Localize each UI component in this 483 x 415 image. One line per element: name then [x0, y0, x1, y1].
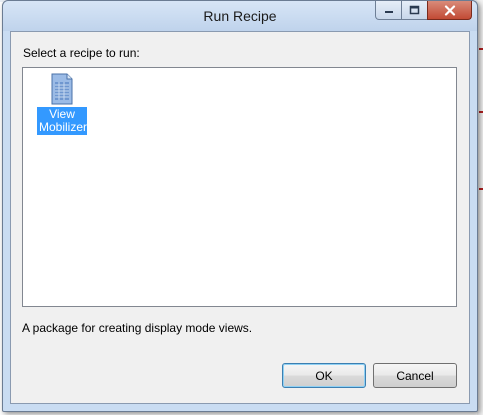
document-icon [51, 73, 73, 105]
recipe-description: A package for creating display mode view… [22, 321, 253, 335]
background-mark [479, 48, 483, 50]
minimize-button[interactable] [375, 1, 402, 20]
background-mark [479, 111, 483, 113]
cancel-button[interactable]: Cancel [373, 363, 457, 388]
close-icon [444, 4, 455, 16]
title-bar[interactable]: Run Recipe [3, 1, 477, 31]
close-button[interactable] [427, 1, 472, 20]
minimize-icon [384, 11, 393, 13]
ok-button[interactable]: OK [282, 363, 366, 388]
dialog-body: Select a recipe to run: View Mobilizer A… [10, 31, 470, 404]
recipe-item-view-mobilizer[interactable]: View Mobilizer [35, 73, 89, 135]
background-mark [479, 188, 483, 190]
recipe-item-label: View Mobilizer [37, 107, 88, 135]
select-recipe-label: Select a recipe to run: [23, 46, 140, 60]
run-recipe-dialog: Run Recipe Select a recipe to run: View … [2, 0, 478, 412]
recipe-list[interactable]: View Mobilizer [22, 67, 457, 307]
maximize-icon [409, 5, 420, 15]
maximize-button[interactable] [401, 1, 428, 20]
